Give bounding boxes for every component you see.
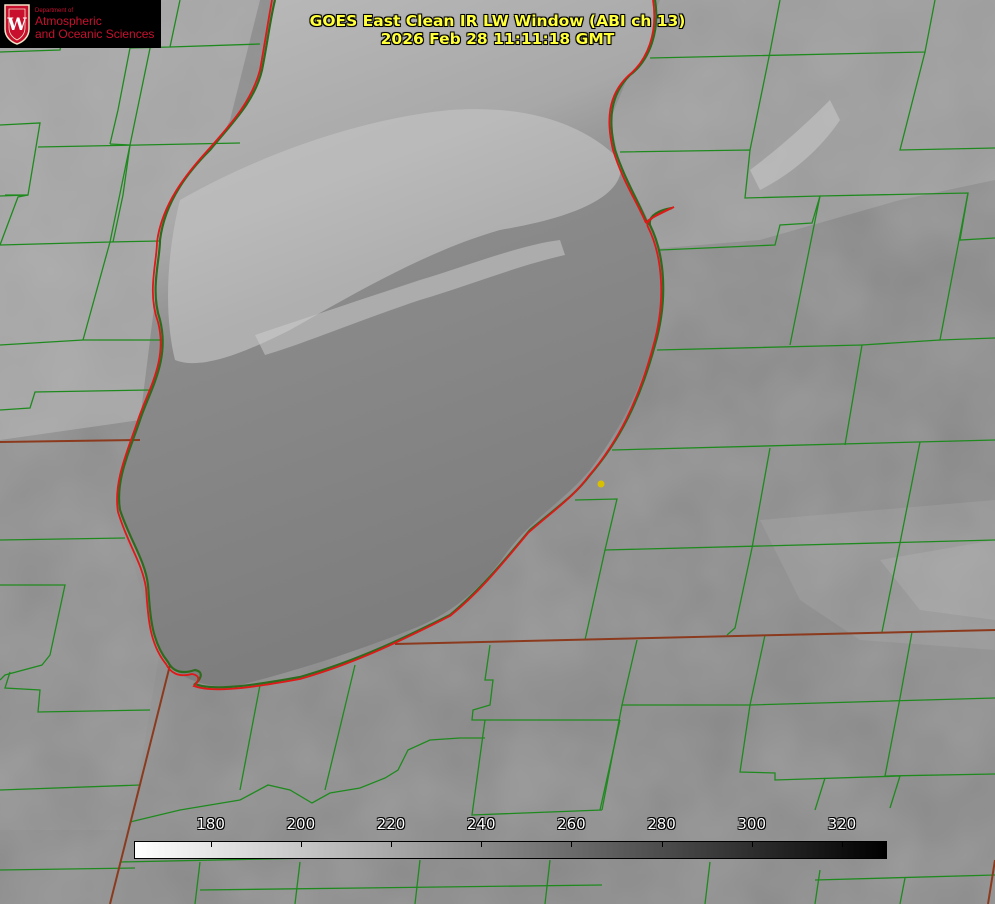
colorbar-tick-mark [571,841,573,847]
colorbar-tick-mark [661,841,663,847]
colorbar-tick-mark [751,841,753,847]
colorbar-gradient [134,841,887,859]
colorbar-tick-label: 320 [827,815,857,833]
colorbar-tick-label: 260 [557,815,586,833]
colorbar-tick-label: 280 [647,815,676,833]
colorbar-tick-label: 180 [196,815,225,833]
colorbar-tick-label: 300 [737,815,767,833]
image-timestamp: 2026 Feb 28 11:11:18 GMT [380,30,615,48]
colorbar-tick-mark [481,841,483,847]
colorbar-tick-mark [391,841,392,847]
colorbar: 180 200 220 240 260 280 300 320 [134,814,887,860]
colorbar-tick-label: 240 [466,815,496,833]
image-title: GOES East Clean IR LW Window (ABI ch 13) [309,12,686,30]
satellite-image: W Department of Atmospheric and Oceanic … [0,0,995,904]
colorbar-tick-label: 220 [376,815,406,833]
colorbar-tick-mark [841,841,843,847]
location-marker [597,480,605,488]
colorbar-tick-label: 200 [286,815,316,833]
colorbar-tick-mark [300,841,302,847]
colorbar-tick-mark [210,841,212,847]
ir-satellite-map [0,0,995,904]
